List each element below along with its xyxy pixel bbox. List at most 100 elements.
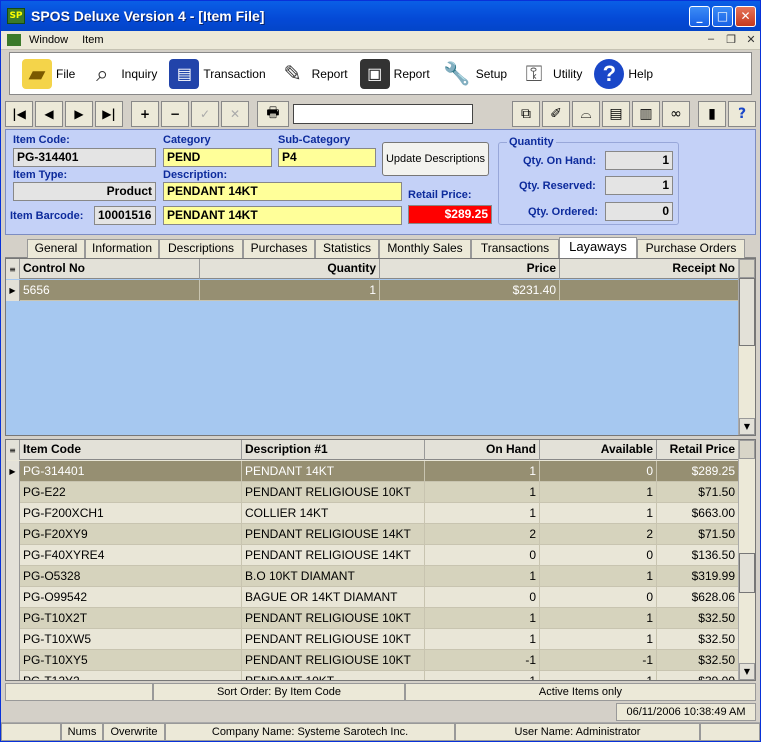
copy-icon[interactable]: ⧉ bbox=[512, 100, 540, 127]
row-pointer-icon: ▶ bbox=[6, 461, 20, 482]
layaways-scrollbar[interactable]: ▼ bbox=[738, 259, 755, 435]
toolbar-utility-button[interactable]: ⚿ Utility bbox=[519, 59, 583, 89]
col-on-hand[interactable]: On Hand bbox=[425, 440, 540, 460]
help-small-icon[interactable]: ? bbox=[728, 100, 756, 127]
mdi-close-icon[interactable]: ✕ bbox=[743, 33, 759, 46]
item-barcode-field[interactable]: 10001516 bbox=[94, 206, 156, 225]
item-type-field[interactable]: Product bbox=[13, 182, 156, 201]
tab-general[interactable]: General bbox=[27, 239, 85, 258]
row-indicator bbox=[6, 545, 20, 566]
retail-price-field[interactable]: $289.25 bbox=[408, 205, 492, 224]
last-record-button[interactable]: ▶| bbox=[95, 100, 123, 127]
description-field-1[interactable]: PENDANT 14KT bbox=[163, 182, 402, 201]
tab-information[interactable]: Information bbox=[85, 239, 159, 258]
item-code-field[interactable]: PG-314401 bbox=[13, 148, 156, 167]
col-item-code[interactable]: Item Code bbox=[20, 440, 242, 460]
tab-purchase-orders[interactable]: Purchase Orders bbox=[637, 239, 745, 258]
search-input[interactable] bbox=[293, 103, 473, 124]
mdi-restore-icon[interactable]: ❐ bbox=[723, 33, 739, 46]
add-record-button[interactable]: + bbox=[131, 100, 159, 127]
qty-on-hand-field: 1 bbox=[605, 151, 673, 170]
table-cell: 0 bbox=[425, 587, 540, 608]
table-row[interactable]: PG-O5328 B.O 10KT DIAMANT 1 1 $319.99 bbox=[6, 566, 739, 587]
tab-purchases[interactable]: Purchases bbox=[243, 239, 315, 258]
items-scroll-down-icon[interactable]: ▼ bbox=[739, 663, 755, 680]
col-receipt-no[interactable]: Receipt No bbox=[560, 259, 739, 279]
toolbar-help-button[interactable]: ? Help bbox=[594, 58, 653, 89]
toolbar-report-print-button[interactable]: ▣ Report bbox=[359, 58, 430, 89]
close-button[interactable]: ✕ bbox=[735, 6, 756, 27]
col-price[interactable]: Price bbox=[380, 259, 560, 279]
items-scroll-thumb[interactable] bbox=[739, 553, 755, 593]
table-row[interactable]: PG-T10X2T PENDANT RELIGIOUSE 10KT 1 1 $32.50 bbox=[6, 608, 739, 629]
table-row[interactable]: PG-O99542 BAGUE OR 14KT DIAMANT 0 0 $628.06 bbox=[6, 587, 739, 608]
table-cell: PENDANT RELIGIOUSE 10KT bbox=[242, 650, 425, 671]
col-available[interactable]: Available bbox=[540, 440, 657, 460]
ledger-icon: ▤ bbox=[169, 58, 200, 89]
glasses-icon[interactable]: ∞ bbox=[662, 100, 690, 127]
items-scrollbar[interactable]: ▼ bbox=[738, 440, 755, 680]
table-row[interactable]: PG-E22 PENDANT RELIGIOUSE 10KT 1 1 $71.50 bbox=[6, 482, 739, 503]
col-control-no[interactable]: Control No bbox=[20, 259, 200, 279]
col-description[interactable]: Description #1 bbox=[242, 440, 425, 460]
maximize-button[interactable]: □ bbox=[712, 6, 733, 27]
table-row[interactable]: PG-F40XYRE4 PENDANT RELIGIOUSE 14KT 0 0 $136… bbox=[6, 545, 739, 566]
next-record-button[interactable]: ▶ bbox=[65, 100, 93, 127]
layaway-row[interactable]: ▶ 5656 1 $231.40 bbox=[6, 280, 739, 301]
minimize-button[interactable]: _ bbox=[689, 6, 710, 27]
basket-icon[interactable]: ⌓ bbox=[572, 100, 600, 127]
first-record-button[interactable]: |◀ bbox=[5, 100, 33, 127]
layaways-grid: ≡ Control No Quantity Price Receipt No ▶… bbox=[5, 258, 756, 436]
user-status: User Name: Administrator bbox=[455, 723, 700, 741]
tab-layaways[interactable]: Layaways bbox=[559, 237, 637, 258]
table-row[interactable]: PG-T12Y2 PENDANT 10KT 1 1 $39.00 bbox=[6, 671, 739, 680]
update-descriptions-button[interactable]: Update Descriptions bbox=[382, 142, 489, 176]
table-cell: 0 bbox=[540, 587, 657, 608]
qty-ordered-label: Qty. Ordered: bbox=[528, 206, 599, 218]
delete-record-button[interactable]: − bbox=[161, 100, 189, 127]
table-row[interactable]: PG-F200XCH1 COLLIER 14KT 1 1 $663.00 bbox=[6, 503, 739, 524]
document-icon[interactable]: ▤ bbox=[602, 100, 630, 127]
toolbar-file-button[interactable]: ▰ File bbox=[22, 58, 75, 89]
prev-record-button[interactable]: ◀ bbox=[35, 100, 63, 127]
filter-status: Active Items only bbox=[405, 683, 756, 701]
search-printer-icon[interactable]: 🖶 bbox=[257, 100, 289, 127]
toolbar-setup-button[interactable]: 🔧 Setup bbox=[442, 59, 507, 89]
table-cell: PENDANT 10KT bbox=[242, 671, 425, 680]
tab-descriptions[interactable]: Descriptions bbox=[159, 239, 243, 258]
table-cell: 1 bbox=[425, 629, 540, 650]
record-toolbar: |◀ ◀ ▶ ▶| + − ✓ ✕ 🖶 ⧉ ✐ ⌓ ▤ ▥ ∞ ▮ ? bbox=[5, 99, 756, 128]
tab-statistics[interactable]: Statistics bbox=[315, 239, 379, 258]
tab-monthly-sales[interactable]: Monthly Sales bbox=[379, 239, 471, 258]
table-cell: PG-F20XY9 bbox=[20, 524, 242, 545]
col-quantity[interactable]: Quantity bbox=[200, 259, 380, 279]
category-field[interactable]: PEND bbox=[163, 148, 272, 167]
col-retail-price[interactable]: Retail Price bbox=[657, 440, 739, 460]
mdi-minimize-icon[interactable]: – bbox=[703, 33, 719, 45]
note-edit-icon[interactable]: ▥ bbox=[632, 100, 660, 127]
status-empty-2 bbox=[700, 723, 760, 741]
table-row[interactable]: ▶ PG-314401 PENDANT 14KT 1 0 $289.25 bbox=[6, 461, 739, 482]
table-row[interactable]: PG-T10XW5 PENDANT RELIGIOUSE 10KT 1 1 $32.50 bbox=[6, 629, 739, 650]
toolbar-report-button[interactable]: ✎ Report bbox=[278, 59, 347, 89]
layaways-scroll-thumb[interactable] bbox=[739, 278, 755, 346]
menu-window[interactable]: Window bbox=[29, 34, 68, 46]
cancel-record-button[interactable]: ✕ bbox=[221, 100, 249, 127]
tab-transactions[interactable]: Transactions bbox=[471, 239, 559, 258]
table-cell: 1 bbox=[540, 482, 657, 503]
exit-door-icon[interactable]: ▮ bbox=[698, 100, 726, 127]
description-label: Description: bbox=[163, 169, 228, 181]
post-record-button[interactable]: ✓ bbox=[191, 100, 219, 127]
table-row[interactable]: PG-F20XY9 PENDANT RELIGIOUSE 14KT 2 2 $71.50 bbox=[6, 524, 739, 545]
table-cell: 1 bbox=[425, 608, 540, 629]
menu-item[interactable]: Item bbox=[82, 34, 103, 46]
scroll-down-icon[interactable]: ▼ bbox=[739, 418, 755, 435]
quantity-group: Quantity Qty. On Hand: 1 Qty. Reserved: … bbox=[498, 136, 679, 225]
pencil-eraser-icon[interactable]: ✐ bbox=[542, 100, 570, 127]
title-bar[interactable]: SP SPOS Deluxe Version 4 - [Item File] _… bbox=[1, 1, 760, 31]
toolbar-inquiry-button[interactable]: ⌕ Inquiry bbox=[87, 59, 157, 89]
subcategory-field[interactable]: P4 bbox=[278, 148, 376, 167]
table-row[interactable]: PG-T10XY5 PENDANT RELIGIOUSE 10KT -1 -1 $32.… bbox=[6, 650, 739, 671]
description-field-2[interactable]: PENDANT 14KT bbox=[163, 206, 402, 225]
toolbar-transaction-button[interactable]: ▤ Transaction bbox=[169, 58, 266, 89]
